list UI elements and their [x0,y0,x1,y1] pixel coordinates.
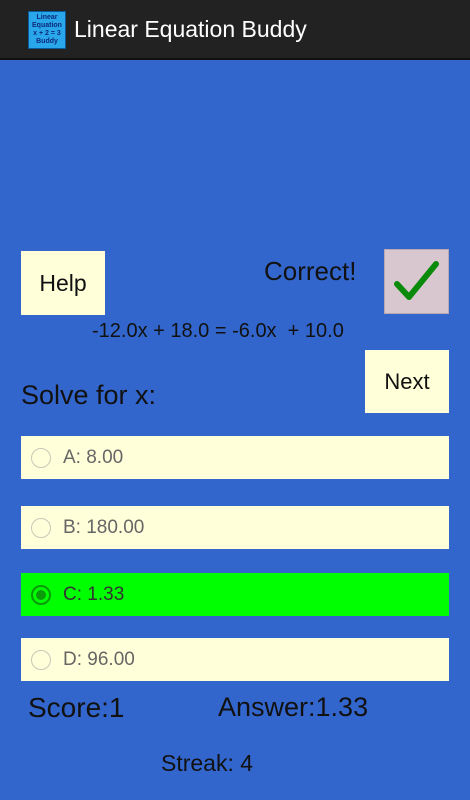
result-indicator [384,249,449,314]
app-logo-text-1: Linear [36,14,58,21]
answer-text: Answer:1.33 [218,692,369,722]
next-button[interactable]: Next [365,350,449,413]
answer-option-a[interactable]: A: 8.00 [21,436,449,479]
answer-option-label: A: 8.00 [63,446,124,468]
solve-prompt: Solve for x: [21,380,157,410]
radio-button[interactable] [31,649,51,670]
answer-option-d[interactable]: D: 96.00 [21,638,449,681]
streak-text: Streak: 4 [161,750,254,776]
score-text: Score:1 [28,692,125,723]
answer-option-label: C: 1.33 [63,583,125,605]
equation-text: -12.0x + 18.0 = -6.0x + 10.0 [92,320,344,342]
help-button[interactable]: Help [21,251,105,315]
answer-option-label: D: 96.00 [63,648,135,670]
radio-button[interactable] [31,447,51,468]
action-bar: Linear Equation x + 2 = 3 Buddy Linear E… [0,0,470,60]
radio-button[interactable] [31,517,51,538]
radio-button-selected[interactable] [31,584,51,605]
app-logo-text-2: Equation [32,22,62,29]
app-logo-icon: Linear Equation x + 2 = 3 Buddy [28,11,66,49]
answer-option-c[interactable]: C: 1.33 [21,573,449,616]
feedback-text: Correct! [264,256,357,286]
app-title: Linear Equation Buddy [74,16,307,42]
app-logo-text-3: x + 2 = 3 [33,30,61,37]
app-logo-text-4: Buddy [36,38,58,45]
answer-option-label: B: 180.00 [63,516,145,538]
checkmark-icon [394,261,439,300]
answer-option-b[interactable]: B: 180.00 [21,506,449,549]
